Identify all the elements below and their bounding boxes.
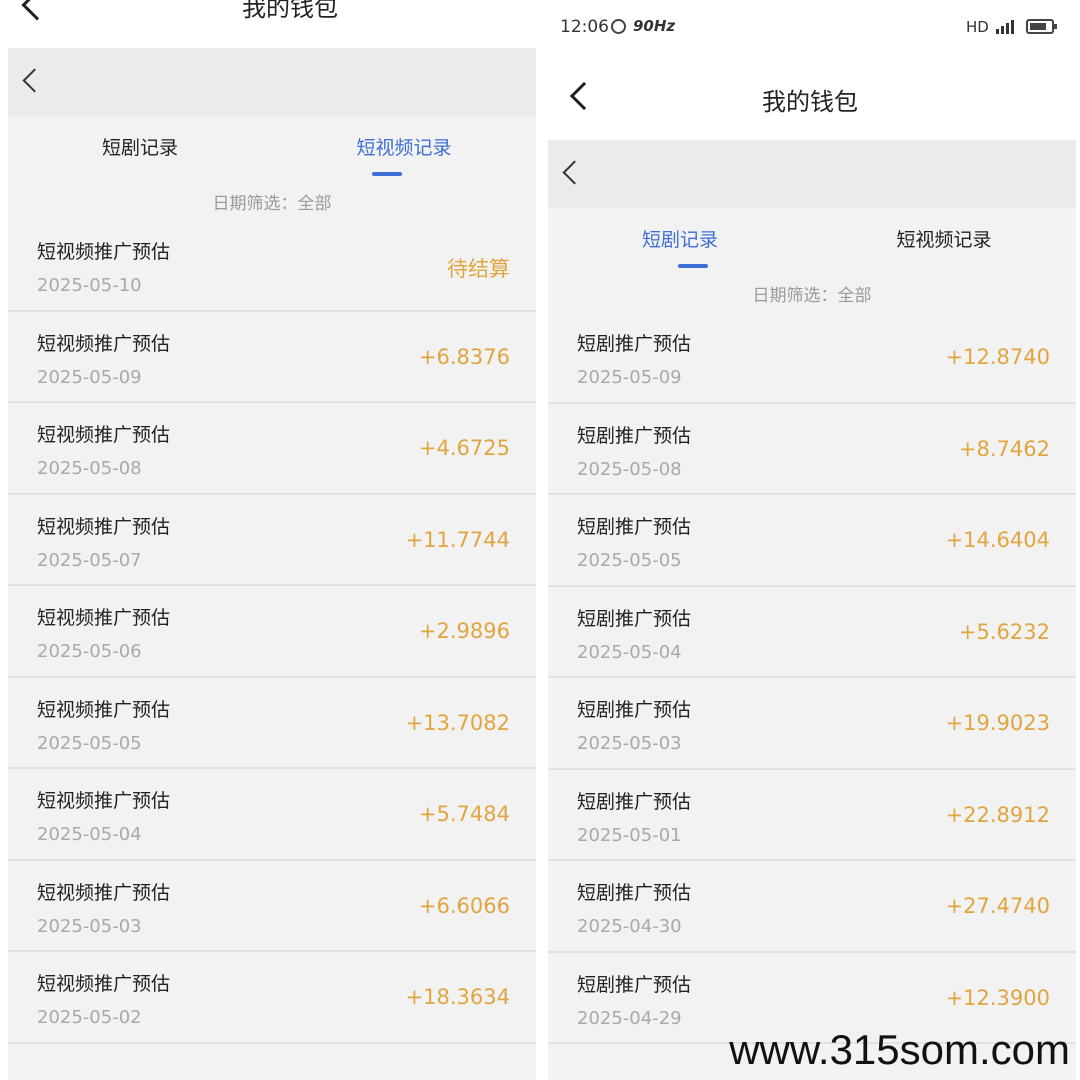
record-amount: +11.7744 [405, 527, 510, 552]
status-time: 12:06 [560, 17, 609, 37]
record-row[interactable]: 短剧推广预估 2025-05-04 +5.6232 [548, 587, 1076, 678]
status-bar: 12:06 90Hz HD [540, 0, 1080, 54]
record-date: 2025-04-30 [577, 916, 682, 937]
record-amount: +2.9896 [418, 619, 510, 643]
record-row[interactable]: 短视频推广预估 2025-05-04 +5.7484 [8, 769, 536, 861]
battery-icon [1026, 19, 1057, 34]
record-amount: +6.6066 [418, 893, 510, 918]
record-title: 短视频推广预估 [37, 607, 171, 629]
left-webview-header [8, 48, 536, 116]
watermark-text: www.315som.com [729, 1026, 1070, 1073]
record-row[interactable]: 短视频推广预估 2025-05-03 +6.6066 [8, 861, 536, 952]
record-title: 短视频推广预估 [37, 515, 171, 538]
record-amount: +5.7484 [418, 802, 510, 826]
left-app-header: 我的钱包 [0, 0, 540, 48]
record-amount: +12.8740 [945, 345, 1050, 369]
alarm-icon [611, 19, 626, 34]
record-row[interactable]: 短视频推广预估 2025-05-06 +2.9896 [8, 586, 536, 678]
record-date: 2025-05-03 [37, 915, 142, 937]
record-amount: +27.4740 [945, 894, 1050, 918]
signal-icon [996, 18, 1020, 34]
record-date: 2025-05-04 [37, 824, 142, 845]
left-screenshot: 我的钱包 短剧记录 短视频记录 日期筛选：全部 短视频推广预估 2025-05-1… [0, 0, 540, 1080]
refresh-rate: 90Hz [633, 17, 676, 35]
left-page-title: 我的钱包 [242, 0, 338, 22]
record-title: 短剧推广预估 [577, 973, 692, 996]
record-title: 短视频推广预估 [37, 424, 171, 446]
record-amount: 待结算 [447, 257, 510, 281]
record-row[interactable]: 短视频推广预估 2025-05-10 待结算 [8, 220, 536, 312]
date-filter[interactable]: 日期筛选：全部 [8, 188, 536, 220]
record-title: 短视频推广预估 [37, 698, 171, 721]
webview-back-icon[interactable] [562, 160, 587, 185]
tab-video-records[interactable]: 短视频记录 [272, 116, 536, 180]
record-date: 2025-05-09 [577, 367, 682, 388]
record-row[interactable]: 短剧推广预估 2025-05-05 +14.6404 [548, 495, 1076, 587]
right-content: 短剧记录 短视频记录 日期筛选：全部 短剧推广预估 2025-05-09 +12.8… [548, 208, 1076, 1080]
record-title: 短剧推广预估 [577, 699, 692, 721]
record-row[interactable]: 短视频推广预估 2025-05-02 +18.3634 [8, 952, 536, 1044]
network-type: HD [966, 18, 989, 36]
record-date: 2025-05-05 [577, 550, 682, 571]
record-row[interactable]: 短剧推广预估 2025-05-08 +8.7462 [548, 404, 1076, 495]
record-date: 2025-05-05 [37, 732, 142, 754]
record-title: 短剧推广预估 [577, 882, 692, 904]
record-date: 2025-05-04 [577, 641, 682, 663]
tab-drama-records[interactable]: 短剧记录 [548, 208, 812, 272]
record-title: 短剧推广预估 [577, 333, 692, 355]
record-amount: +18.3634 [405, 985, 510, 1009]
record-title: 短剧推广预估 [577, 790, 692, 813]
left-content: 短剧记录 短视频记录 日期筛选：全部 短视频推广预估 2025-05-10 待结算短… [8, 116, 536, 1080]
page-title: 我的钱包 [762, 88, 858, 116]
record-amount: +4.6725 [418, 436, 510, 460]
record-amount: +19.9023 [945, 711, 1050, 735]
record-title: 短视频推广预估 [37, 790, 171, 812]
record-amount: +22.8912 [945, 802, 1050, 827]
record-title: 短视频推广预估 [37, 881, 171, 904]
record-date: 2025-05-07 [37, 549, 142, 571]
record-amount: +13.7082 [405, 710, 510, 735]
record-date: 2025-05-02 [37, 1007, 142, 1028]
left-record-list: 短视频推广预估 2025-05-10 待结算 短视频推广预估 2025-05-09 +6.… [8, 220, 536, 1044]
record-row[interactable]: 短剧推广预估 2025-04-30 +27.4740 [548, 861, 1076, 953]
right-record-list: 短剧推广预估 2025-05-09 +12.8740 短剧推广预估 2025-05-08… [548, 312, 1076, 1044]
record-row[interactable]: 短剧推广预估 2025-05-03 +19.9023 [548, 678, 1076, 770]
record-date: 2025-05-08 [37, 458, 142, 479]
record-date: 2025-05-09 [37, 366, 142, 388]
record-row[interactable]: 短视频推广预估 2025-05-08 +4.6725 [8, 403, 536, 495]
tab-drama-records[interactable]: 短剧记录 [8, 116, 272, 180]
active-tab-indicator [678, 264, 708, 268]
record-date: 2025-05-01 [577, 824, 682, 846]
app-header: 我的钱包 [540, 54, 1080, 140]
right-webview-header [548, 140, 1076, 208]
active-tab-indicator [372, 172, 402, 176]
record-date: 2025-05-08 [577, 458, 682, 480]
left-tabs: 短剧记录 短视频记录 [8, 116, 536, 188]
record-title: 短剧推广预估 [577, 424, 692, 447]
record-amount: +6.8376 [418, 344, 510, 369]
record-date: 2025-05-06 [37, 641, 142, 662]
record-title: 短视频推广预估 [37, 241, 171, 263]
tab-video-records[interactable]: 短视频记录 [812, 208, 1076, 272]
record-amount: +14.6404 [945, 528, 1050, 552]
record-row[interactable]: 短剧推广预估 2025-05-01 +22.8912 [548, 770, 1076, 861]
webview-back-icon[interactable] [22, 68, 47, 93]
record-title: 短视频推广预估 [37, 332, 171, 355]
record-amount: +8.7462 [958, 436, 1050, 461]
right-tabs: 短剧记录 短视频记录 [548, 208, 1076, 280]
record-title: 短剧推广预估 [577, 516, 692, 538]
record-amount: +12.3900 [945, 985, 1050, 1010]
record-row[interactable]: 短视频推广预估 2025-05-07 +11.7744 [8, 495, 536, 586]
date-filter[interactable]: 日期筛选：全部 [548, 280, 1076, 312]
record-row[interactable]: 短剧推广预估 2025-05-09 +12.8740 [548, 312, 1076, 404]
record-amount: +5.6232 [958, 619, 1050, 644]
record-title: 短剧推广预估 [577, 607, 692, 630]
record-date: 2025-04-29 [577, 1007, 682, 1029]
record-date: 2025-05-03 [577, 733, 682, 754]
record-title: 短视频推广预估 [37, 973, 171, 995]
record-date: 2025-05-10 [37, 275, 142, 296]
record-row[interactable]: 短视频推广预估 2025-05-09 +6.8376 [8, 312, 536, 403]
record-row[interactable]: 短视频推广预估 2025-05-05 +13.7082 [8, 678, 536, 769]
right-screenshot: 12:06 90Hz HD 我的钱包 短剧记录 短视频记录 日期筛选：全部 短剧… [540, 0, 1080, 1080]
